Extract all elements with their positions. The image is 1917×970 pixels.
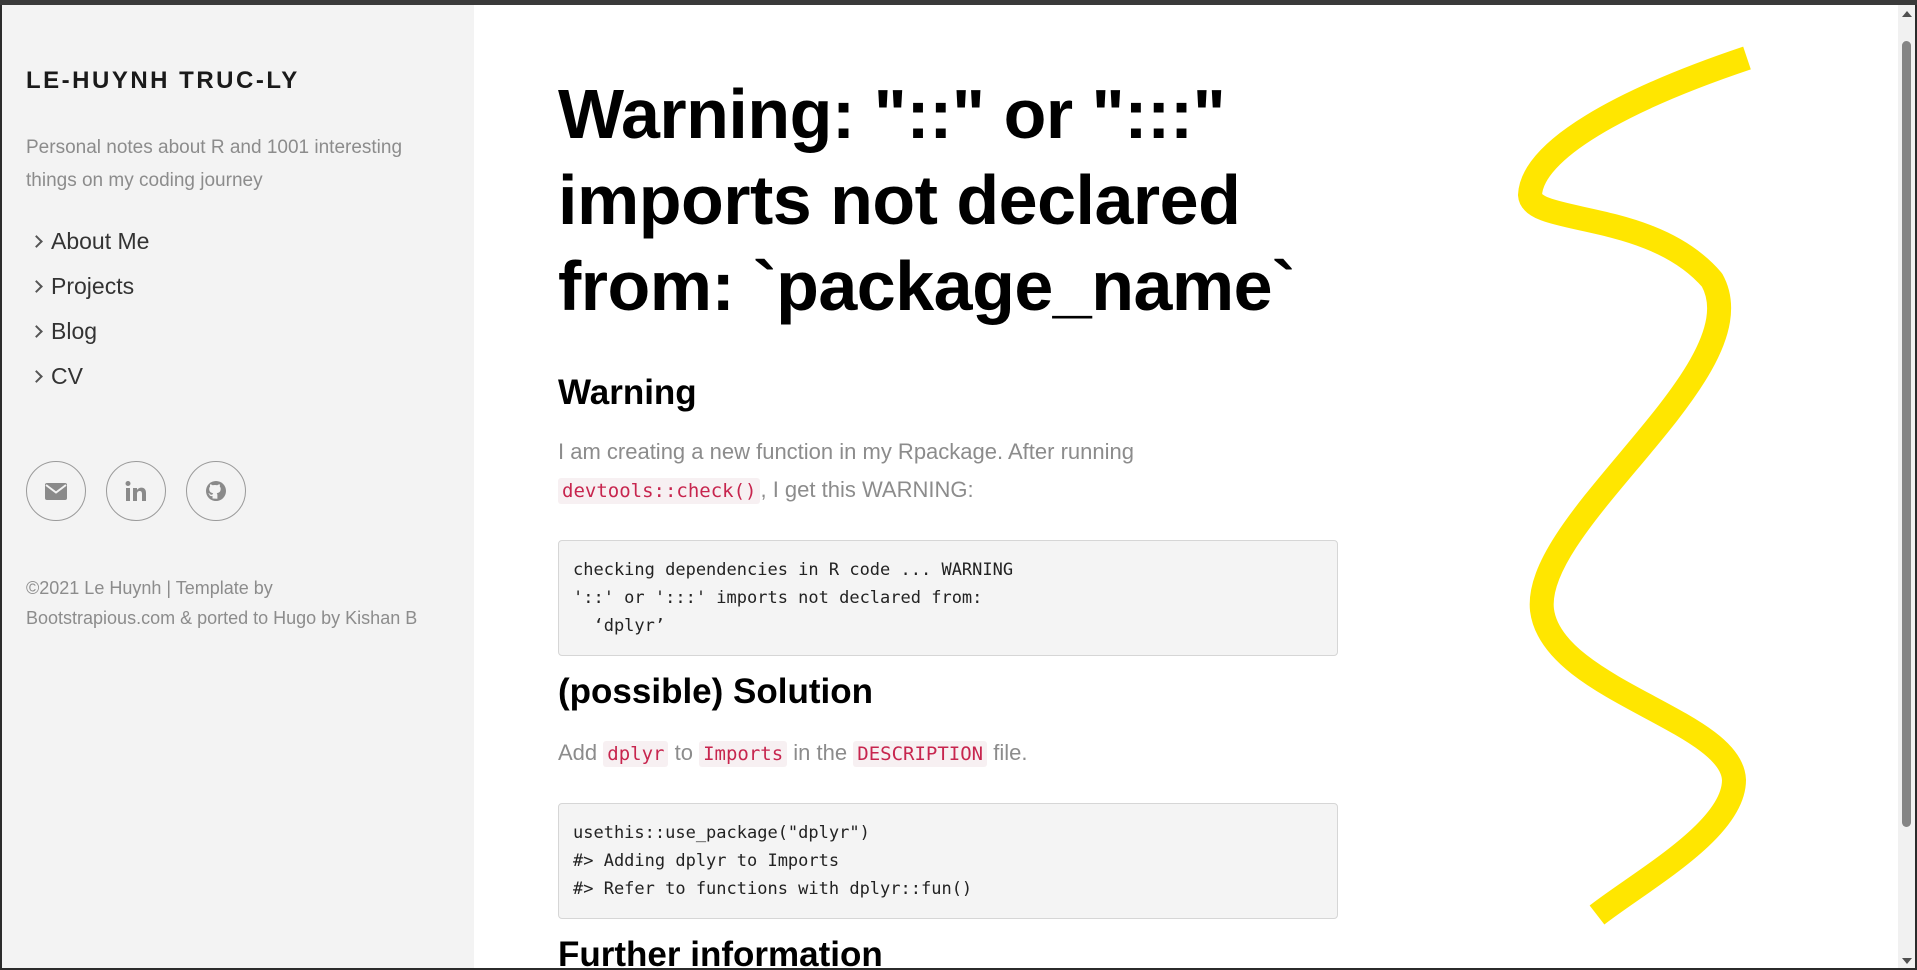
inline-code: Imports: [699, 741, 788, 767]
linkedin-link-button[interactable]: [106, 461, 166, 521]
chevron-right-icon: [30, 280, 43, 293]
sidebar: LE-HUYNH TRUC-LY Personal notes about R …: [2, 5, 474, 968]
nav-item-about-me[interactable]: About Me: [26, 219, 474, 264]
github-link-button[interactable]: [186, 461, 246, 521]
code-block-warning[interactable]: checking dependencies in R code ... WARN…: [558, 540, 1338, 656]
chevron-right-icon: [30, 325, 43, 338]
inline-code: dplyr: [603, 741, 669, 767]
vertical-scrollbar[interactable]: [1898, 5, 1915, 968]
site-tagline: Personal notes about R and 1001 interest…: [26, 137, 403, 191]
nav-item-projects[interactable]: Projects: [26, 264, 474, 309]
paragraph-text: file.: [993, 740, 1028, 765]
solution-paragraph: Add dplyr to Imports in the DESCRIPTION …: [558, 734, 1338, 773]
scroll-up-arrow-icon[interactable]: [1902, 11, 1912, 17]
chevron-right-icon: [30, 235, 43, 248]
github-icon: [206, 481, 226, 501]
section-heading-warning: Warning: [558, 373, 697, 412]
scrollbar-thumb[interactable]: [1902, 41, 1911, 827]
chevron-right-icon: [30, 370, 43, 383]
inline-code: devtools::check(): [558, 478, 761, 504]
social-links: [26, 461, 474, 521]
warning-paragraph: I am creating a new function in my Rpack…: [558, 433, 1338, 510]
sidebar-footer: ©2021 Le Huynh | Template by Bootstrapio…: [26, 578, 418, 628]
yellow-squiggle-decoration: [1518, 46, 1751, 925]
browser-window: LE-HUYNH TRUC-LY Personal notes about R …: [0, 5, 1917, 970]
linkedin-icon: [125, 481, 146, 501]
nav-item-label: About Me: [51, 228, 150, 254]
page-title: Warning: "::" or ":::" imports not decla…: [558, 75, 1295, 325]
email-link-button[interactable]: [26, 461, 86, 521]
inline-code: DESCRIPTION: [853, 741, 988, 767]
paragraph-text: I am creating a new function in my Rpack…: [558, 439, 1134, 464]
scroll-down-arrow-icon[interactable]: [1902, 958, 1912, 964]
paragraph-text: in the: [793, 740, 848, 765]
site-title[interactable]: LE-HUYNH TRUC-LY: [26, 67, 474, 95]
nav-item-label: Blog: [51, 318, 98, 344]
code-block-solution[interactable]: usethis::use_package("dplyr") #> Adding …: [558, 803, 1338, 919]
paragraph-text: , I get this WARNING:: [760, 477, 974, 502]
nav-item-label: Projects: [51, 273, 135, 299]
section-heading-further-information: Further information: [558, 935, 883, 970]
sidebar-nav: About Me Projects Blog CV: [26, 219, 474, 399]
nav-item-cv[interactable]: CV: [26, 354, 474, 399]
paragraph-text: to: [674, 740, 693, 765]
main-content: Warning: "::" or ":::" imports not decla…: [558, 5, 1338, 970]
envelope-icon: [45, 482, 67, 500]
nav-item-label: CV: [51, 363, 83, 389]
section-heading-solution: (possible) Solution: [558, 672, 873, 711]
nav-item-blog[interactable]: Blog: [26, 309, 474, 354]
paragraph-text: Add: [558, 740, 598, 765]
